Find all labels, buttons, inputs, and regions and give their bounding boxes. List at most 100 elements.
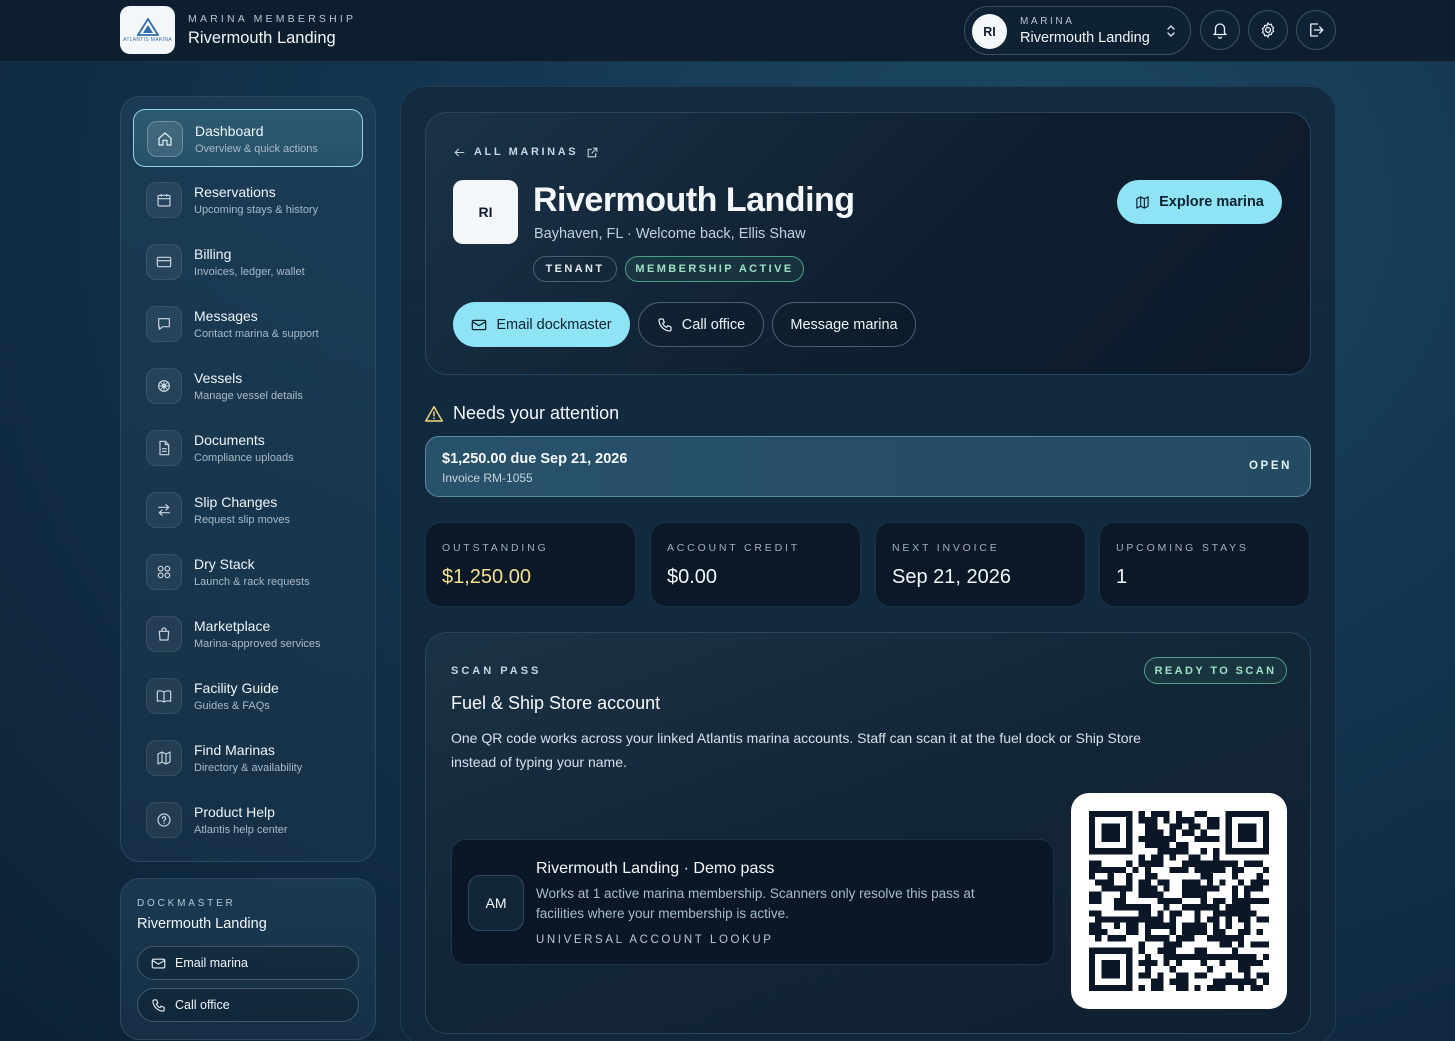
- phone-icon: [658, 317, 672, 332]
- sidebar-item-label: Facility Guide: [194, 680, 279, 696]
- scan-pass-description: One QR code works across your linked Atl…: [451, 730, 1141, 770]
- stat-value: $1,250.00: [442, 566, 531, 588]
- email-dockmaster-button[interactable]: Email dockmaster: [453, 302, 630, 347]
- sidebar-item-sub: Overview & quick actions: [195, 143, 318, 155]
- sidebar-item-label: Marketplace: [194, 618, 271, 634]
- logout-button[interactable]: [1296, 10, 1336, 50]
- sidebar-item-marketplace[interactable]: Marketplace Marina-approved services: [133, 605, 363, 663]
- map-icon: [146, 740, 182, 776]
- sidebar-item-sub: Directory & availability: [194, 762, 303, 774]
- qr-code-image: [1089, 811, 1269, 991]
- explore-marina-button[interactable]: Explore marina: [1117, 180, 1282, 224]
- dockmaster-card: DOCKMASTER Rivermouth Landing Email mari…: [120, 878, 376, 1040]
- gear-icon: [1261, 22, 1275, 38]
- page-title: Rivermouth Landing: [533, 181, 855, 219]
- call-office-button[interactable]: Call office: [638, 302, 764, 347]
- explore-marina-label: Explore marina: [1159, 194, 1264, 210]
- mail-icon: [151, 958, 166, 969]
- email-marina-label: Email marina: [175, 956, 248, 970]
- sidebar-item-sub: Compliance uploads: [194, 452, 294, 464]
- credit-card-icon: [146, 244, 182, 280]
- all-marinas-label: ALL MARINAS: [474, 146, 579, 158]
- sidebar-item-label: Dashboard: [195, 123, 264, 139]
- brand-eyebrow: MARINA MEMBERSHIP: [188, 13, 357, 25]
- tenant-badge: TENANT: [533, 256, 617, 282]
- stat-outstanding: OUTSTANDING $1,250.00: [425, 522, 636, 607]
- pass-title: Rivermouth Landing · Demo pass: [536, 860, 775, 877]
- marina-avatar: RI: [453, 180, 518, 244]
- membership-status-badge: MEMBERSHIP ACTIVE: [625, 256, 804, 282]
- page-subtitle: Bayhaven, FL · Welcome back, Ellis Shaw: [534, 226, 806, 242]
- sidebar-item-facility-guide[interactable]: Facility Guide Guides & FAQs: [133, 667, 363, 725]
- arrow-left-icon: [454, 148, 465, 156]
- sidebar-item-sub: Marina-approved services: [194, 638, 321, 650]
- top-bar: ATLANTIS MARINA MARINA MEMBERSHIP Riverm…: [0, 0, 1455, 62]
- qr-code[interactable]: [1071, 793, 1287, 1009]
- invoice-due-text: $1,250.00 due Sep 21, 2026: [442, 451, 628, 467]
- sidebar-item-sub: Upcoming stays & history: [194, 204, 319, 216]
- dockmaster-eyebrow: DOCKMASTER: [137, 898, 236, 909]
- pass-description: Works at 1 active marina membership. Sca…: [536, 886, 975, 921]
- marina-switcher-value: Rivermouth Landing: [1020, 30, 1150, 46]
- home-icon: [147, 121, 183, 157]
- stat-value: $0.00: [667, 566, 718, 588]
- sidebar-item-reservations[interactable]: Reservations Upcoming stays & history: [133, 171, 363, 229]
- sidebar-item-sub: Launch & rack requests: [194, 576, 310, 588]
- sidebar-item-sub: Contact marina & support: [194, 328, 319, 340]
- stat-account-credit: ACCOUNT CREDIT $0.00: [650, 522, 861, 607]
- call-office-label: Call office: [681, 316, 746, 333]
- sidebar-item-billing[interactable]: Billing Invoices, ledger, wallet: [133, 233, 363, 291]
- invoice-status: OPEN: [1249, 460, 1292, 472]
- sidebar-item-product-help[interactable]: Product Help Atlantis help center: [133, 791, 363, 849]
- sidebar-item-documents[interactable]: Documents Compliance uploads: [133, 419, 363, 477]
- stat-value: Sep 21, 2026: [892, 566, 1011, 588]
- calendar-icon: [146, 182, 182, 218]
- sidebar-item-slip-changes[interactable]: Slip Changes Request slip moves: [133, 481, 363, 539]
- notifications-button[interactable]: [1200, 10, 1240, 50]
- all-marinas-link[interactable]: ALL MARINAS: [453, 145, 599, 159]
- ship-wheel-icon: [146, 368, 182, 404]
- sidebar-item-sub: Atlantis help center: [194, 824, 288, 836]
- sidebar-item-label: Vessels: [194, 370, 243, 386]
- sidebar-item-dashboard[interactable]: Dashboard Overview & quick actions: [133, 109, 363, 167]
- email-dockmaster-label: Email dockmaster: [496, 316, 612, 333]
- pass-avatar: AM: [468, 875, 524, 931]
- sidebar-item-label: Find Marinas: [194, 742, 275, 758]
- call-office-label: Call office: [175, 998, 230, 1012]
- grid-icon: [146, 554, 182, 590]
- sidebar-item-label: Dry Stack: [194, 556, 255, 572]
- sidebar-item-vessels[interactable]: Vessels Manage vessel details: [133, 357, 363, 415]
- sidebar-item-dry-stack[interactable]: Dry Stack Launch & rack requests: [133, 543, 363, 601]
- document-icon: [146, 430, 182, 466]
- marina-switcher[interactable]: RI MARINA Rivermouth Landing: [964, 6, 1191, 55]
- sidebar-item-label: Documents: [194, 432, 265, 448]
- map-icon: [1136, 195, 1149, 209]
- brand-title: Rivermouth Landing: [188, 29, 336, 47]
- help-circle-icon: [146, 802, 182, 838]
- warning-icon: [425, 406, 443, 422]
- book-icon: [146, 678, 182, 714]
- scan-pass-title: Fuel & Ship Store account: [451, 693, 661, 713]
- dockmaster-name: Rivermouth Landing: [137, 916, 267, 932]
- shopping-bag-icon: [146, 616, 182, 652]
- message-marina-button[interactable]: Message marina: [772, 302, 916, 347]
- logo-text: ATLANTIS MARINA: [123, 36, 172, 43]
- stat-upcoming-stays: UPCOMING STAYS 1: [1099, 522, 1310, 607]
- settings-button[interactable]: [1248, 10, 1288, 50]
- invoice-number: Invoice RM-1055: [442, 471, 533, 485]
- sidebar-item-sub: Manage vessel details: [194, 390, 303, 402]
- external-link-icon: [587, 147, 598, 157]
- sidebar-item-label: Messages: [194, 308, 258, 324]
- attention-heading: Needs your attention: [425, 403, 619, 424]
- email-marina-button[interactable]: Email marina: [137, 946, 359, 980]
- atlantis-logo[interactable]: ATLANTIS MARINA: [120, 6, 175, 54]
- demo-pass-card[interactable]: AM Rivermouth Landing · Demo pass Works …: [451, 839, 1054, 965]
- sidebar-item-sub: Guides & FAQs: [194, 700, 270, 712]
- sidebar-item-messages[interactable]: Messages Contact marina & support: [133, 295, 363, 353]
- sidebar-nav: Dashboard Overview & quick actions Reser…: [120, 96, 376, 862]
- invoice-alert-row[interactable]: $1,250.00 due Sep 21, 2026 Invoice RM-10…: [425, 436, 1311, 497]
- stat-label: ACCOUNT CREDIT: [667, 542, 800, 554]
- call-office-sidebar-button[interactable]: Call office: [137, 988, 359, 1022]
- sidebar-item-sub: Invoices, ledger, wallet: [194, 266, 305, 278]
- sidebar-item-find-marinas[interactable]: Find Marinas Directory & availability: [133, 729, 363, 787]
